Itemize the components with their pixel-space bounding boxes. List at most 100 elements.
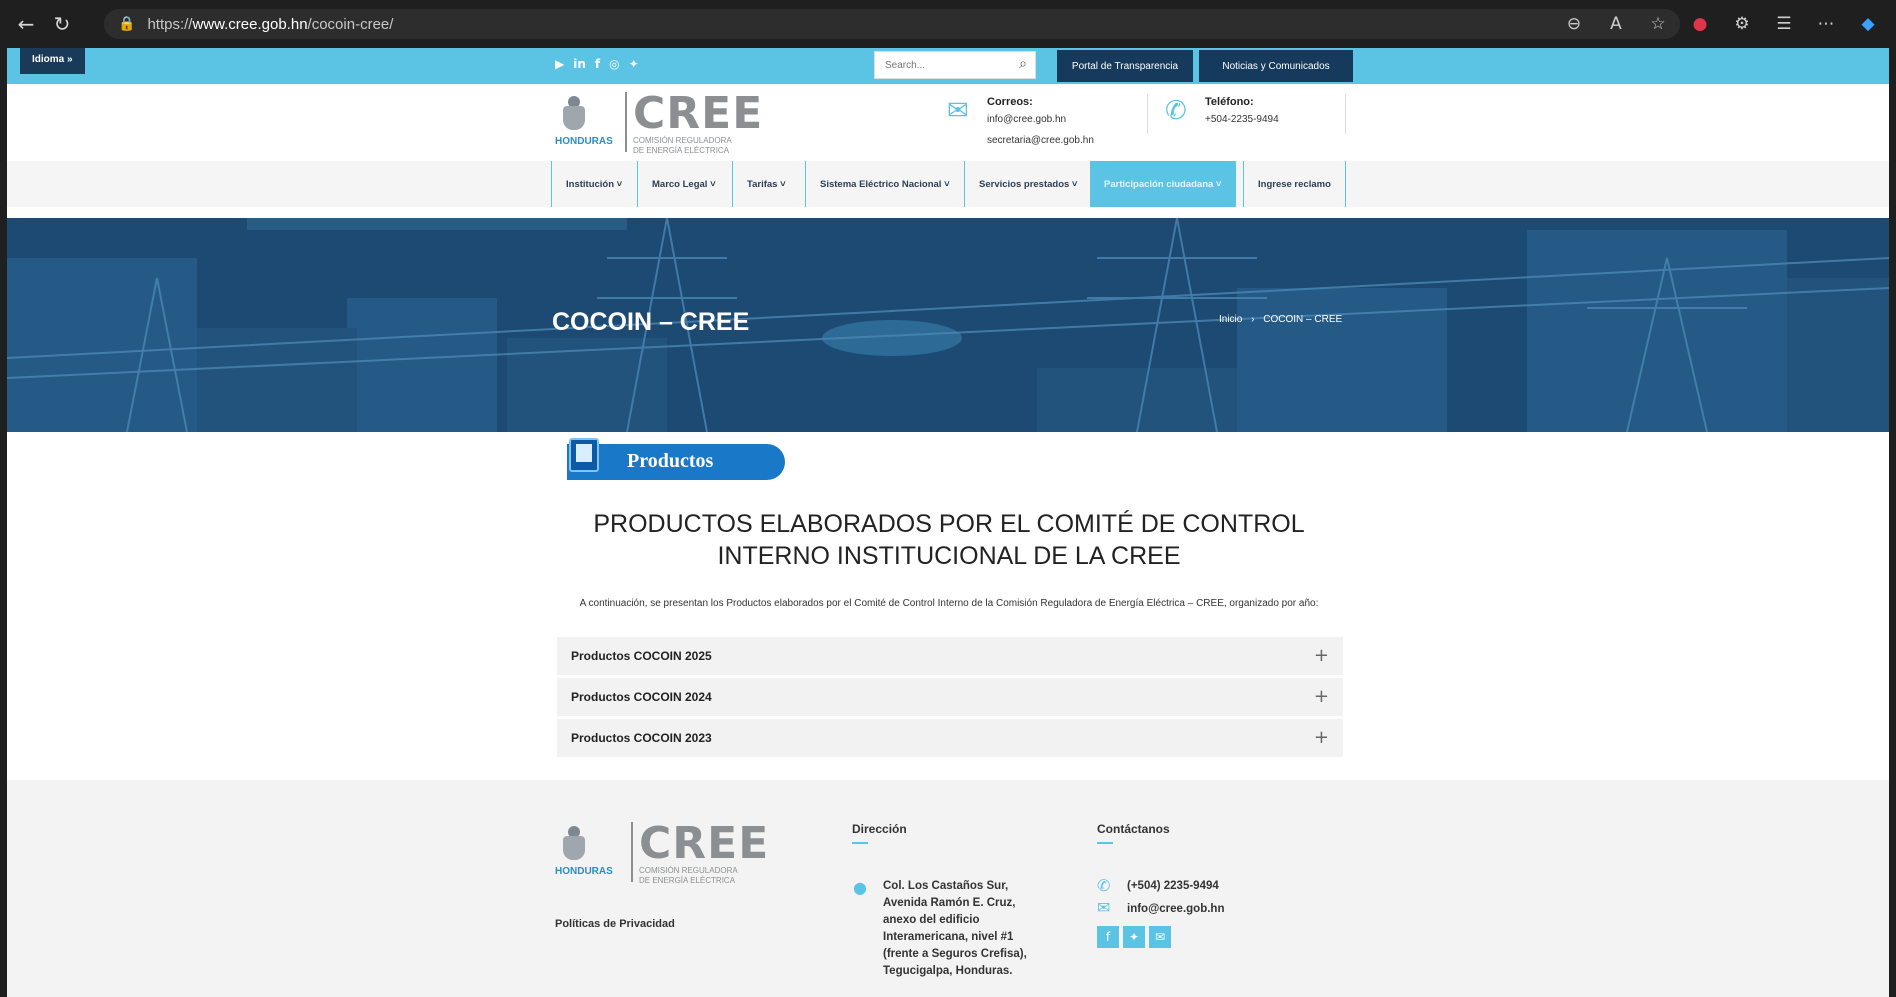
youtube-icon[interactable]: ▶ (555, 57, 564, 71)
header-divider (1147, 94, 1148, 134)
instagram-icon[interactable]: ◎ (609, 57, 619, 71)
browser-actions: ⊖ A ☆ ● ⚙ ☰ ⋯ ◆ (1556, 0, 1886, 48)
more-options-icon[interactable]: ⋯ (1808, 14, 1844, 34)
site-header: HONDURAS CREE COMISIÓN REGULADORA DE ENE… (7, 84, 1889, 161)
header-divider-right (1345, 94, 1346, 134)
honduras-seal-icon: HONDURAS (555, 92, 613, 147)
accordion-2024[interactable]: Productos COCOIN 2024 + (557, 678, 1343, 716)
location-pin-icon: ● (853, 878, 867, 897)
footer-social: f ✦ ✉ (1097, 926, 1171, 948)
footer-logo[interactable]: HONDURAS CREE COMISIÓN REGULADORA DE ENE… (555, 822, 769, 886)
intro-text: A continuación, se presentan los Product… (579, 598, 1319, 609)
breadcrumb-separator: › (1251, 314, 1255, 325)
correos-block: ✉ Correos: info@cree.gob.hn secretaria@c… (947, 96, 1094, 146)
read-aloud-icon[interactable]: A (1598, 14, 1634, 34)
lock-icon: 🔒 (118, 16, 136, 32)
logo-wordmark: CREE (633, 88, 764, 139)
copilot-icon[interactable]: ◆ (1850, 14, 1886, 34)
headline-line-2: INTERNO INSTITUCIONAL DE LA CREE (717, 542, 1181, 570)
nav-sistema-electrico[interactable]: Sistema Eléctrico Nacional ˅ (805, 161, 964, 207)
search-input[interactable] (885, 59, 1005, 71)
footer-email[interactable]: info@cree.gob.hn (1127, 901, 1224, 918)
accordion-2023[interactable]: Productos COCOIN 2023 + (557, 719, 1343, 757)
address-line: Interamericana, nivel #1 (883, 931, 1014, 943)
telefono-block: ✆ Teléfono: +504-2235-9494 (1165, 96, 1279, 126)
address-line: Tegucigalpa, Honduras. (883, 965, 1013, 977)
address-line: Avenida Ramón E. Cruz, (883, 897, 1016, 909)
address-bar[interactable]: 🔒 https://www.cree.gob.hn/cocoin-cree/ (104, 9, 1680, 39)
main-navigation: Institución ˅ Marco Legal ˅ Tarifas ˅ Si… (7, 161, 1889, 207)
address-block: Col. Los Castaños Sur, Avenida Ramón E. … (883, 878, 1027, 980)
cree-logo[interactable]: HONDURAS CREE COMISIÓN REGULADORA DE ENE… (555, 92, 763, 156)
web-page: Idioma » ▶ in f ◎ ✦ ⌕ Portal de Transpar… (7, 48, 1889, 997)
section-headline: PRODUCTOS ELABORADOS POR EL COMITÉ DE CO… (555, 508, 1343, 572)
nav-ingrese-reclamo[interactable]: Ingrese reclamo (1243, 161, 1346, 207)
nav-servicios[interactable]: Servicios prestados ˅ (964, 161, 1091, 207)
telefono-title: Teléfono: (1205, 96, 1254, 108)
hero-background-illustration (7, 218, 1889, 432)
portal-transparencia-button[interactable]: Portal de Transparencia (1057, 50, 1193, 82)
envelope-icon: ✉ (947, 96, 969, 126)
nav-participacion[interactable]: Participación ciudadana ˅ (1090, 161, 1236, 207)
mail-icon[interactable]: ✉ (1149, 926, 1171, 948)
breadcrumb-current: COCOIN – CREE (1263, 314, 1343, 325)
nav-institucion[interactable]: Institución ˅ (551, 161, 636, 207)
extensions-puzzle-icon[interactable]: ⚙ (1724, 14, 1760, 34)
url-prefix: https:// (147, 15, 193, 33)
plus-icon[interactable]: + (1314, 686, 1329, 707)
phone-icon: ✆ (1165, 96, 1187, 126)
back-icon[interactable]: ← (8, 12, 44, 36)
accordion-2025[interactable]: Productos COCOIN 2025 + (557, 637, 1343, 675)
twitter-icon[interactable]: ✦ (1123, 926, 1145, 948)
logo-sub-2: DE ENERGÍA ELÉCTRICA (639, 876, 736, 885)
breadcrumb: Inicio › COCOIN – CREE (1219, 314, 1348, 325)
logo-sub-2: DE ENERGÍA ELÉCTRICA (633, 146, 730, 155)
twitter-icon[interactable]: ✦ (629, 57, 639, 71)
page-hero: COCOIN – CREE Inicio › COCOIN – CREE (7, 218, 1889, 432)
privacy-link[interactable]: Políticas de Privacidad (555, 916, 675, 933)
breadcrumb-home[interactable]: Inicio (1219, 314, 1242, 325)
plus-icon[interactable]: + (1314, 645, 1329, 666)
accordion-label: Productos COCOIN 2023 (571, 731, 712, 745)
nav-tarifas[interactable]: Tarifas ˅ (732, 161, 800, 207)
correo-secretaria[interactable]: secretaria@cree.gob.hn (987, 135, 1094, 146)
productos-banner: Productos (555, 438, 785, 484)
page-title: COCOIN – CREE (552, 308, 750, 336)
productos-pill: Productos (567, 444, 785, 480)
browser-toolbar: ← ↻ 🔒 https://www.cree.gob.hn/cocoin-cre… (0, 0, 1896, 48)
footer-phone[interactable]: (+504) 2235-9494 (1127, 878, 1219, 895)
favorite-star-icon[interactable]: ☆ (1640, 14, 1676, 34)
phone-icon: ✆ (1097, 876, 1111, 895)
top-strip: Idioma » ▶ in f ◎ ✦ ⌕ Portal de Transpar… (7, 48, 1889, 84)
extension-icon[interactable]: ● (1682, 14, 1718, 34)
url-path: /cocoin-cree/ (307, 15, 394, 33)
productos-label: Productos (627, 450, 714, 472)
accordion-label: Productos COCOIN 2024 (571, 690, 712, 704)
address-line: Col. Los Castaños Sur, (883, 880, 1009, 892)
search-icon[interactable]: ⌕ (1019, 56, 1027, 72)
language-button[interactable]: Idioma » (20, 48, 85, 74)
facebook-icon[interactable]: f (595, 57, 600, 71)
telefono-number[interactable]: +504-2235-9494 (1205, 114, 1279, 125)
facebook-icon[interactable]: f (1097, 926, 1119, 948)
zoom-icon[interactable]: ⊖ (1556, 14, 1592, 34)
site-footer: HONDURAS CREE COMISIÓN REGULADORA DE ENE… (7, 780, 1889, 997)
envelope-icon: ✉ (1097, 898, 1111, 917)
linkedin-icon[interactable]: in (573, 57, 586, 71)
noticias-button[interactable]: Noticias y Comunicados (1199, 50, 1353, 82)
logo-wordmark: CREE (639, 818, 770, 869)
social-links-top: ▶ in f ◎ ✦ (555, 57, 639, 71)
search-box: ⌕ (874, 51, 1036, 79)
favorites-list-icon[interactable]: ☰ (1766, 14, 1802, 34)
address-line: (frente a Seguros Crefisa), (883, 948, 1027, 960)
refresh-icon[interactable]: ↻ (44, 12, 80, 36)
accordion-label: Productos COCOIN 2025 (571, 649, 712, 663)
correos-title: Correos: (987, 96, 1033, 108)
logo-country: HONDURAS (555, 866, 613, 877)
correo-info[interactable]: info@cree.gob.hn (987, 114, 1094, 125)
browser-window: ← ↻ 🔒 https://www.cree.gob.hn/cocoin-cre… (0, 0, 1896, 997)
plus-icon[interactable]: + (1314, 727, 1329, 748)
book-icon (569, 438, 599, 472)
nav-marco-legal[interactable]: Marco Legal ˅ (637, 161, 730, 207)
url-host: www.cree.gob.hn (192, 15, 308, 33)
